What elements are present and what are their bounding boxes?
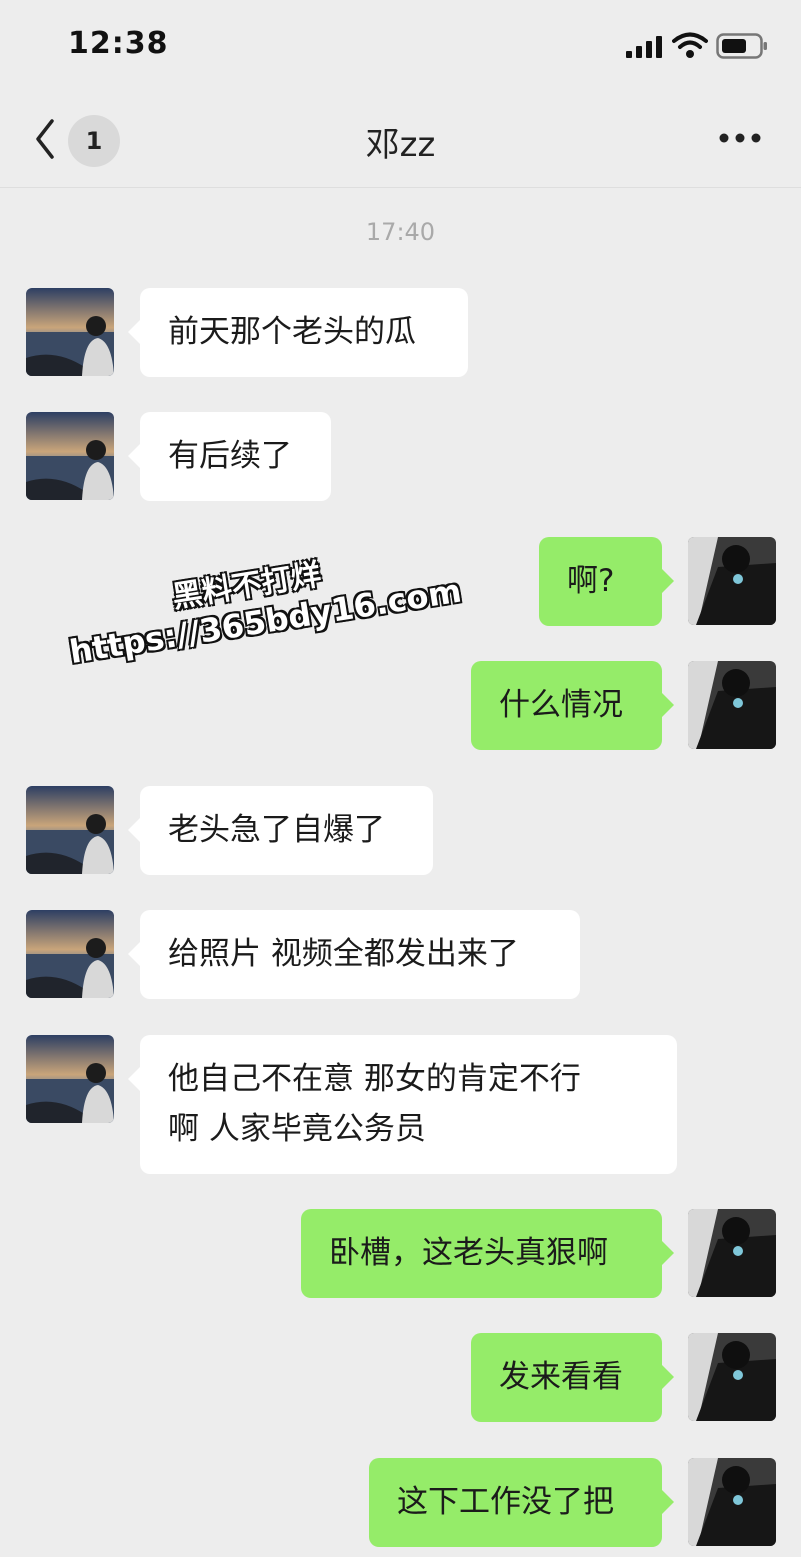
- my-avatar[interactable]: [688, 537, 776, 625]
- incoming-message-bubble[interactable]: 有后续了: [128, 412, 331, 501]
- chat-title: 邓zz: [365, 125, 436, 165]
- outgoing-message-bubble[interactable]: 啊?: [539, 537, 674, 626]
- message-text: 给照片 视频全都发出来了: [168, 936, 519, 972]
- more-dots-icon[interactable]: [718, 131, 762, 145]
- message-text: 发来看看: [499, 1359, 623, 1395]
- incoming-message-bubble[interactable]: 前天那个老头的瓜: [128, 288, 468, 377]
- outgoing-message-bubble[interactable]: 这下工作没了把: [369, 1458, 674, 1547]
- wifi-icon: [672, 32, 708, 58]
- message-text: 有后续了: [168, 438, 292, 474]
- message-text: 什么情况: [499, 687, 623, 723]
- contact-avatar[interactable]: [26, 786, 114, 874]
- my-avatar[interactable]: [688, 1333, 776, 1421]
- outgoing-message-bubble[interactable]: 什么情况: [471, 661, 674, 750]
- message-text: 这下工作没了把: [397, 1484, 614, 1520]
- status-time: 12:38: [68, 26, 169, 61]
- watermark-line-2: https://365bdy16.com: [66, 571, 465, 672]
- outgoing-message-bubble[interactable]: 卧槽，这老头真狠啊: [301, 1209, 674, 1298]
- my-avatar[interactable]: [688, 1209, 776, 1297]
- outgoing-message-bubble[interactable]: 发来看看: [471, 1333, 674, 1422]
- message-text: 老头急了自爆了: [168, 812, 385, 848]
- my-avatar[interactable]: [688, 661, 776, 749]
- contact-avatar[interactable]: [26, 1035, 114, 1123]
- watermark: 黑料不打烊 https://365bdy16.com: [60, 524, 488, 672]
- message-text: 啊?: [567, 563, 615, 599]
- message-text: 他自己不在意 那女的肯定不行: [168, 1061, 581, 1097]
- battery-icon: [716, 33, 767, 59]
- contact-avatar[interactable]: [26, 412, 114, 500]
- incoming-message-bubble[interactable]: 给照片 视频全都发出来了: [128, 910, 580, 999]
- message-text: 啊 人家毕竟公务员: [168, 1111, 426, 1147]
- chat-header: 1 邓zz: [0, 95, 801, 188]
- status-bar: 12:38: [0, 0, 801, 95]
- message-text: 前天那个老头的瓜: [168, 314, 416, 350]
- signal-icon: [626, 36, 662, 58]
- incoming-message-bubble[interactable]: 老头急了自爆了: [128, 786, 433, 875]
- incoming-message-bubble[interactable]: 他自己不在意 那女的肯定不行啊 人家毕竟公务员: [128, 1035, 677, 1174]
- my-avatar[interactable]: [688, 1458, 776, 1546]
- message-timestamp: 17:40: [365, 218, 436, 246]
- contact-avatar[interactable]: [26, 288, 114, 376]
- contact-avatar[interactable]: [26, 910, 114, 998]
- message-text: 卧槽，这老头真狠啊: [329, 1235, 608, 1271]
- watermark-line-1: 黑料不打烊: [169, 556, 325, 616]
